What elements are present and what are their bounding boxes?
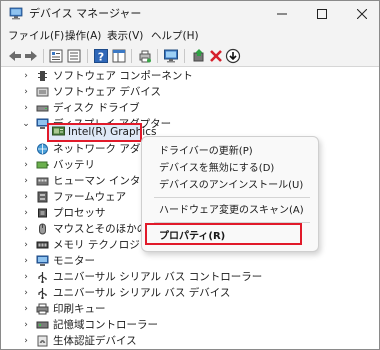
software-component-icon bbox=[38, 71, 47, 81]
usb-device-icon bbox=[38, 288, 47, 299]
tree-item-monitors[interactable]: › モニター bbox=[1, 253, 379, 269]
toolbar-separator bbox=[43, 49, 44, 63]
tree-item-storage-controllers[interactable]: › 記憶域コントローラー bbox=[1, 317, 379, 333]
software-device-icon bbox=[36, 87, 49, 97]
tree-item-label: ユニバーサル シリアル バス デバイス bbox=[53, 287, 231, 299]
update-driver-icon[interactable] bbox=[191, 48, 207, 64]
chevron-right-icon[interactable]: › bbox=[21, 159, 31, 171]
chevron-right-icon[interactable]: › bbox=[21, 335, 31, 347]
chevron-right-icon[interactable]: › bbox=[21, 319, 31, 331]
chevron-right-icon[interactable]: › bbox=[21, 271, 31, 283]
disk-drive-icon bbox=[36, 105, 49, 112]
details-view-icon[interactable] bbox=[66, 48, 82, 64]
usb-controller-icon bbox=[38, 272, 47, 283]
chevron-right-icon[interactable]: › bbox=[21, 287, 31, 299]
tree-item-disk-drives[interactable]: › ディスク ドライブ bbox=[1, 100, 379, 116]
chevron-right-icon[interactable]: › bbox=[21, 70, 31, 82]
chevron-right-icon[interactable]: › bbox=[21, 143, 31, 155]
biometric-device-icon bbox=[37, 335, 48, 347]
menu-help[interactable]: ヘルプ(H) bbox=[151, 29, 199, 43]
maximize-button[interactable] bbox=[307, 1, 337, 27]
chevron-right-icon[interactable]: › bbox=[21, 303, 31, 315]
monitor-icon bbox=[36, 255, 49, 266]
toolbar-separator bbox=[87, 49, 88, 63]
download-circle-icon[interactable] bbox=[225, 48, 241, 64]
battery-icon bbox=[36, 161, 49, 169]
ctx-uninstall-device[interactable]: デバイスのアンインストール(U) bbox=[159, 179, 303, 193]
context-menu-separator bbox=[154, 197, 310, 198]
tree-item-label: ユニバーサル シリアル バス コントローラー bbox=[53, 271, 263, 283]
chevron-right-icon[interactable]: › bbox=[21, 175, 31, 187]
toolbar: ? bbox=[1, 45, 379, 67]
tree-item-usb-controllers[interactable]: › ユニバーサル シリアル バス コントローラー bbox=[1, 269, 379, 285]
chevron-right-icon[interactable]: › bbox=[21, 223, 31, 235]
chevron-right-icon[interactable]: › bbox=[21, 207, 31, 219]
toolbar-separator bbox=[131, 49, 132, 63]
svg-text:?: ? bbox=[98, 51, 104, 64]
intel-graphics-highlight-frame bbox=[47, 123, 142, 142]
chevron-right-icon[interactable]: › bbox=[21, 191, 31, 203]
human-interface-device-icon bbox=[36, 177, 49, 186]
properties-sheet-icon[interactable] bbox=[48, 48, 64, 64]
toolbar-separator bbox=[157, 49, 158, 63]
window-title: デバイス マネージャー bbox=[29, 7, 142, 20]
tree-item-label: 記憶域コントローラー bbox=[53, 319, 158, 331]
tree-item-label: ディスク ドライブ bbox=[53, 102, 140, 114]
tree-item-usb-devices[interactable]: › ユニバーサル シリアル バス デバイス bbox=[1, 285, 379, 301]
maximize-icon bbox=[317, 9, 327, 19]
network-adapter-icon bbox=[37, 143, 48, 155]
tree-item-label: バッテリ bbox=[53, 159, 95, 171]
tree-item-label: モニター bbox=[53, 255, 95, 267]
close-icon bbox=[357, 9, 367, 19]
menu-bar: ファイル(F) 操作(A) 表示(V) ヘルプ(H) bbox=[1, 27, 379, 45]
minimize-button[interactable] bbox=[267, 1, 297, 27]
storage-controller-icon bbox=[36, 321, 49, 329]
menu-view[interactable]: 表示(V) bbox=[107, 29, 143, 43]
firmware-icon bbox=[37, 191, 48, 203]
tree-item-label: 生体認証デバイス bbox=[53, 335, 137, 347]
toolbar-separator bbox=[184, 49, 185, 63]
back-arrow-icon[interactable] bbox=[7, 48, 23, 64]
tree-item-biometric-devices[interactable]: › 生体認証デバイス bbox=[1, 333, 379, 349]
tree-item-software-components[interactable]: › ソフトウェア コンポーネント bbox=[1, 68, 379, 84]
properties-highlight-frame bbox=[145, 223, 302, 245]
processor-icon bbox=[38, 208, 47, 218]
title-bar: デバイス マネージャー bbox=[1, 1, 379, 27]
device-manager-app-icon bbox=[9, 7, 23, 20]
print-icon[interactable] bbox=[137, 48, 153, 64]
chevron-right-icon[interactable]: › bbox=[21, 255, 31, 267]
chevron-right-icon[interactable]: › bbox=[21, 86, 31, 98]
close-button[interactable] bbox=[347, 1, 377, 27]
chevron-right-icon[interactable]: › bbox=[21, 102, 31, 114]
tree-item-label: プロセッサ bbox=[53, 207, 106, 219]
tree-item-label: ファームウェア bbox=[53, 191, 127, 203]
ctx-disable-device[interactable]: デバイスを無効にする(D) bbox=[159, 162, 274, 176]
tree-item-print-queues[interactable]: › 印刷キュー bbox=[1, 301, 379, 317]
tree-item-label: 印刷キュー bbox=[53, 303, 106, 315]
menu-file[interactable]: ファイル(F) bbox=[8, 29, 64, 43]
device-manager-window: デバイス マネージャー ファイル(F) 操作(A) 表示(V) ヘルプ(H) ?… bbox=[0, 0, 380, 350]
uninstall-x-icon[interactable] bbox=[208, 48, 224, 64]
help-icon[interactable]: ? bbox=[93, 48, 109, 64]
printer-icon bbox=[36, 303, 49, 315]
ctx-update-driver[interactable]: ドライバーの更新(P) bbox=[159, 145, 253, 159]
forward-arrow-icon[interactable] bbox=[23, 48, 39, 64]
menu-action[interactable]: 操作(A) bbox=[65, 29, 101, 43]
tree-item-label: ソフトウェア コンポーネント bbox=[53, 70, 193, 82]
minimize-icon bbox=[277, 13, 287, 15]
tree-item-software-devices[interactable]: › ソフトウェア デバイス bbox=[1, 84, 379, 100]
mouse-icon bbox=[39, 223, 46, 235]
chevron-right-icon[interactable]: › bbox=[21, 239, 31, 251]
view-panel-icon[interactable] bbox=[111, 48, 127, 64]
tree-item-label: ソフトウェア デバイス bbox=[53, 86, 162, 98]
scan-hardware-monitor-icon[interactable] bbox=[163, 48, 179, 64]
ctx-scan-hardware[interactable]: ハードウェア変更のスキャン(A) bbox=[159, 204, 304, 218]
memory-device-icon bbox=[36, 241, 49, 249]
